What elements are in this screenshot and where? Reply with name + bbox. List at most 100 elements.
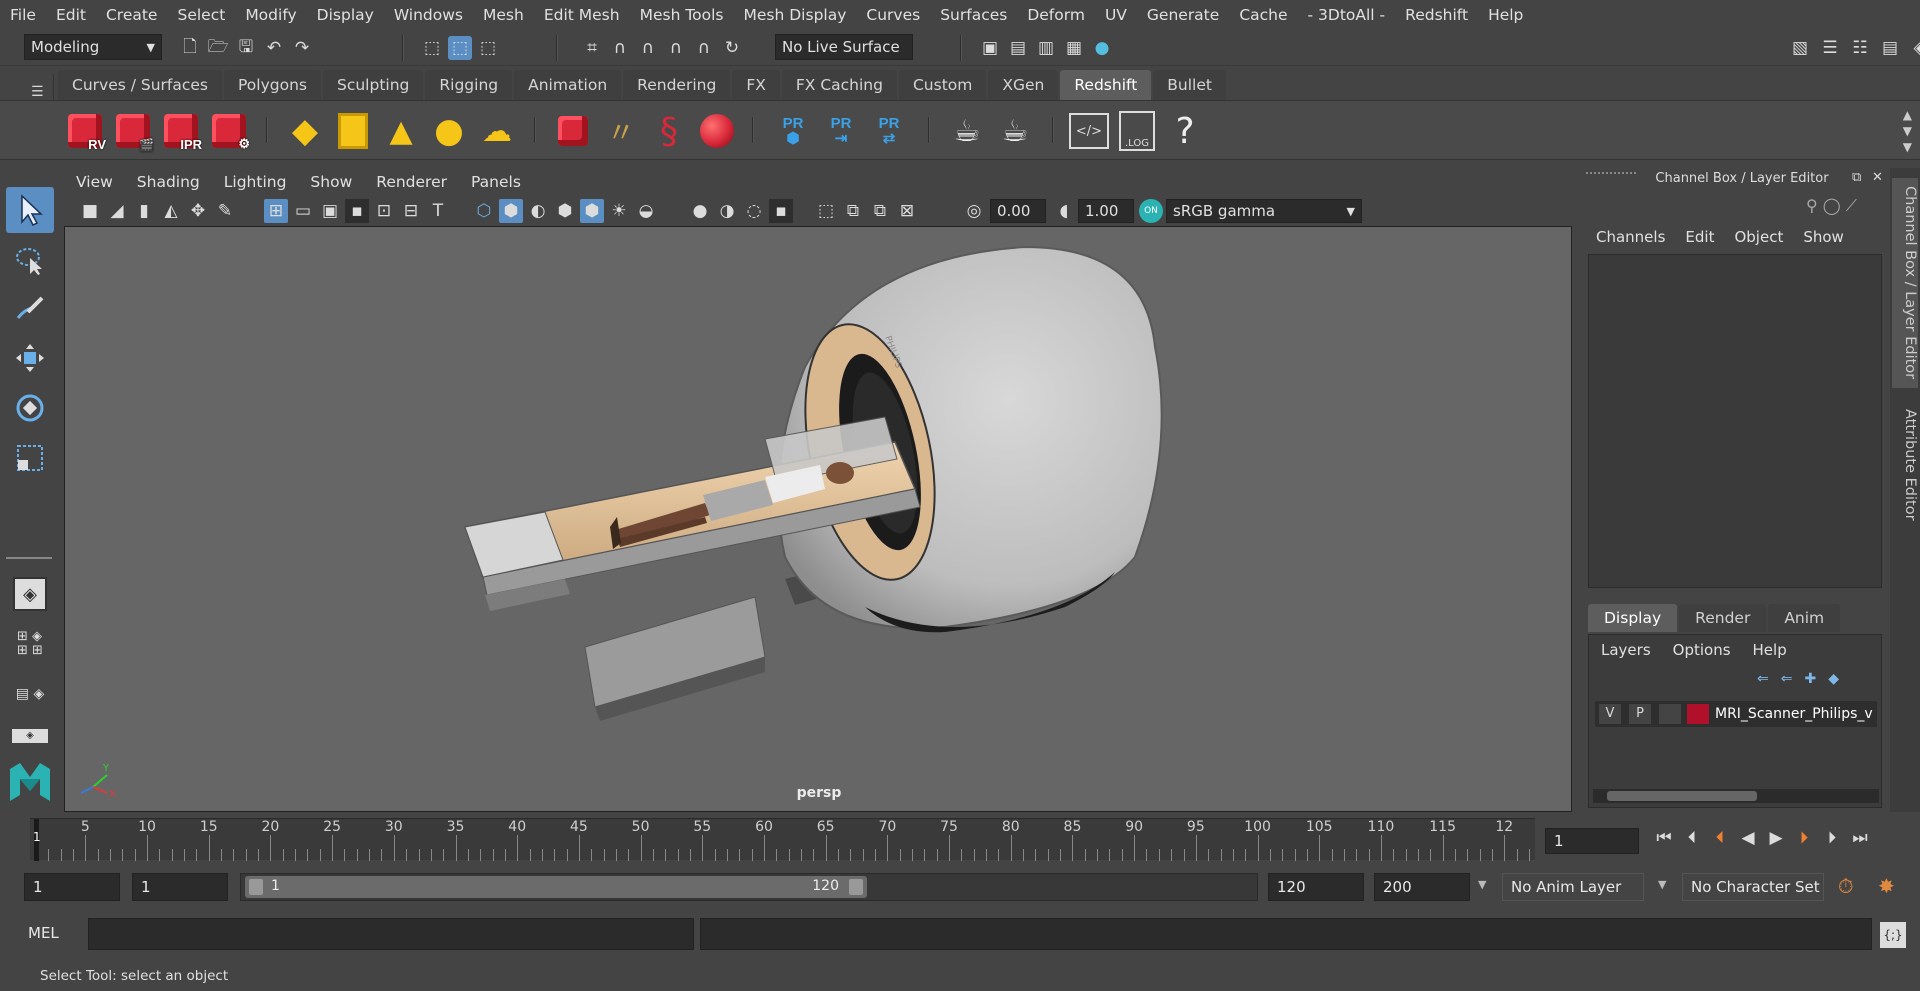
menu-windows[interactable]: Windows <box>384 6 473 24</box>
select-tool-icon[interactable] <box>6 187 54 233</box>
ipr-render-icon[interactable]: ▥ <box>1034 36 1058 60</box>
menu-display[interactable]: Display <box>307 6 384 24</box>
channel-box-icons[interactable]: ⚲ ◯ ⟋ <box>1806 196 1857 216</box>
gate-mask-icon[interactable]: ▪ <box>345 199 369 223</box>
viewport-menu-renderer[interactable]: Renderer <box>364 173 459 191</box>
redshift-render-settings-icon[interactable]: ⚙ <box>208 109 250 153</box>
viewport-menu-lighting[interactable]: Lighting <box>212 173 299 191</box>
layer-visibility-toggle[interactable]: V <box>1599 704 1621 724</box>
menu-redshift[interactable]: Redshift <box>1395 6 1478 24</box>
move-layer-up-icon[interactable]: ⇐ <box>1757 671 1769 687</box>
resolution-gate-icon[interactable]: ▣ <box>318 199 342 223</box>
float-panel-icon[interactable]: ⧉ <box>1852 170 1861 185</box>
camera-attributes-icon[interactable]: ◢ <box>105 199 129 223</box>
rotate-tool-icon[interactable] <box>6 385 54 431</box>
pr-proxy-swap-icon[interactable]: PR ⇄ <box>868 109 910 153</box>
range-slider-track[interactable]: 1 120 <box>240 873 1258 901</box>
shelf-tab-curves-surfaces[interactable]: Curves / Surfaces <box>58 70 223 100</box>
redshift-bake-set-icon[interactable]: ☕ <box>994 109 1036 153</box>
menu-create[interactable]: Create <box>96 6 168 24</box>
go-to-start-icon[interactable]: ⏮ <box>1652 826 1676 850</box>
menu-uv[interactable]: UV <box>1095 6 1137 24</box>
menu-select[interactable]: Select <box>167 6 235 24</box>
grease-pencil-icon[interactable]: ✎ <box>213 199 237 223</box>
shelf-tab-bullet[interactable]: Bullet <box>1153 70 1226 100</box>
range-end-grip[interactable] <box>849 879 863 895</box>
field-chart-icon[interactable]: ⊡ <box>372 199 396 223</box>
workspace-icon-1[interactable]: ▧ <box>1788 36 1812 60</box>
layer-menu-options[interactable]: Options <box>1673 641 1731 659</box>
open-scene-icon[interactable]: 🗁 <box>206 36 230 60</box>
four-view-layout-icon[interactable]: ⊞ ◈ ⊞ ⊞ <box>6 623 54 665</box>
select-components-icon[interactable]: ⬚ <box>476 36 500 60</box>
redshift-curve-icon[interactable]: § <box>648 109 690 153</box>
redshift-render-sequence-icon[interactable]: 🎬 <box>112 109 154 153</box>
undo-icon[interactable]: ↶ <box>262 36 286 60</box>
redshift-hair-icon[interactable]: 〃 <box>600 109 642 153</box>
auto-key-icon[interactable]: ⏱ <box>1838 874 1854 898</box>
single-perspective-layout-icon[interactable]: ◈ <box>6 571 54 617</box>
go-to-end-icon[interactable]: ⏭ <box>1848 826 1872 850</box>
default-material-icon[interactable]: ◐ <box>526 199 550 223</box>
new-scene-icon[interactable]: 🗋 <box>178 36 202 60</box>
menu-deform[interactable]: Deform <box>1017 6 1095 24</box>
wireframe-icon[interactable]: ⬡ <box>472 199 496 223</box>
color-management-icon[interactable]: ON <box>1139 199 1163 223</box>
redshift-sphere-icon[interactable] <box>696 109 738 153</box>
menu-surfaces[interactable]: Surfaces <box>930 6 1017 24</box>
perspective-viewport[interactable]: PHILIPS Y X persp <box>64 226 1572 812</box>
screen-space-ao-icon[interactable]: ● <box>688 199 712 223</box>
outliner-layout-icon[interactable]: ▤ ◈ <box>6 673 54 715</box>
redshift-spot-light-icon[interactable]: ▲ <box>380 109 422 153</box>
attribute-toggle-icon[interactable]: ☷ <box>1848 36 1872 60</box>
shelf-tab-rendering[interactable]: Rendering <box>623 70 731 100</box>
redo-icon[interactable]: ↷ <box>290 36 314 60</box>
menu-generate[interactable]: Generate <box>1137 6 1229 24</box>
channel-menu-show[interactable]: Show <box>1803 228 1843 246</box>
layer-action-icons[interactable]: ⇐ ⇐ ✚ ◆ <box>1757 671 1839 687</box>
channel-toggle-icon[interactable]: ▤ <box>1878 36 1902 60</box>
menu-mesh-tools[interactable]: Mesh Tools <box>630 6 734 24</box>
snap-live-icon[interactable]: ↻ <box>720 36 744 60</box>
shelf-tab-xgen[interactable]: XGen <box>988 70 1059 100</box>
play-backwards-icon[interactable]: ◀ <box>1736 826 1760 850</box>
snap-grid-icon[interactable]: ⌗ <box>580 36 604 60</box>
new-layer-icon[interactable]: ✚ <box>1804 671 1816 687</box>
help-icon[interactable]: ? <box>1164 109 1206 153</box>
redshift-ipr-icon[interactable]: IPR <box>160 109 202 153</box>
shelf-tab-rigging[interactable]: Rigging <box>425 70 513 100</box>
select-hierarchy-icon[interactable]: ⬚ <box>420 36 444 60</box>
textured-icon[interactable]: ⬢ <box>580 199 604 223</box>
pr-proxy-import-icon[interactable]: PR ⇥ <box>820 109 862 153</box>
menu-mesh-display[interactable]: Mesh Display <box>734 6 857 24</box>
camera-icon[interactable]: ■ <box>78 199 102 223</box>
xray-joints-icon[interactable]: ⧉ <box>868 199 892 223</box>
motion-blur-icon[interactable]: ◑ <box>715 199 739 223</box>
viewport-menu-shading[interactable]: Shading <box>125 173 212 191</box>
layer-row[interactable]: V P MRI_Scanner_Philips_v <box>1595 701 1877 727</box>
shelf-menu-icon[interactable]: ☰ <box>31 84 44 100</box>
layer-tab-render[interactable]: Render <box>1679 604 1767 632</box>
isolate-select-icon[interactable]: ⬚ <box>814 199 838 223</box>
menu-curves[interactable]: Curves <box>856 6 930 24</box>
image-plane-icon[interactable]: ◭ <box>159 199 183 223</box>
menu-modify[interactable]: Modify <box>235 6 306 24</box>
gamma-icon[interactable]: ◖ <box>1052 199 1076 223</box>
play-forwards-icon[interactable]: ▶ <box>1764 826 1788 850</box>
step-forward-key-icon[interactable]: ⏵ <box>1792 826 1816 850</box>
shelf-tab-fx[interactable]: FX <box>732 70 780 100</box>
menu-cache[interactable]: Cache <box>1229 6 1297 24</box>
layer-toggle-icon[interactable]: ◈ <box>1908 36 1920 60</box>
character-set-arrow-icon[interactable]: ▼ <box>1658 878 1666 891</box>
step-back-key-icon[interactable]: ⏴ <box>1708 826 1732 850</box>
viewport-menu-show[interactable]: Show <box>298 173 364 191</box>
use-all-lights-icon[interactable]: ☀ <box>607 199 631 223</box>
redshift-bake-icon[interactable]: ☕ <box>946 109 988 153</box>
redshift-proxy-icon[interactable] <box>552 109 594 153</box>
shadows-icon[interactable]: ◒ <box>634 199 658 223</box>
viewport-menu-panels[interactable]: Panels <box>459 173 533 191</box>
layer-hscrollbar[interactable] <box>1593 789 1879 803</box>
anim-layer-arrow-icon[interactable]: ▼ <box>1478 878 1486 891</box>
menu-edit[interactable]: Edit <box>46 6 96 24</box>
redshift-area-light-icon[interactable] <box>332 109 374 153</box>
